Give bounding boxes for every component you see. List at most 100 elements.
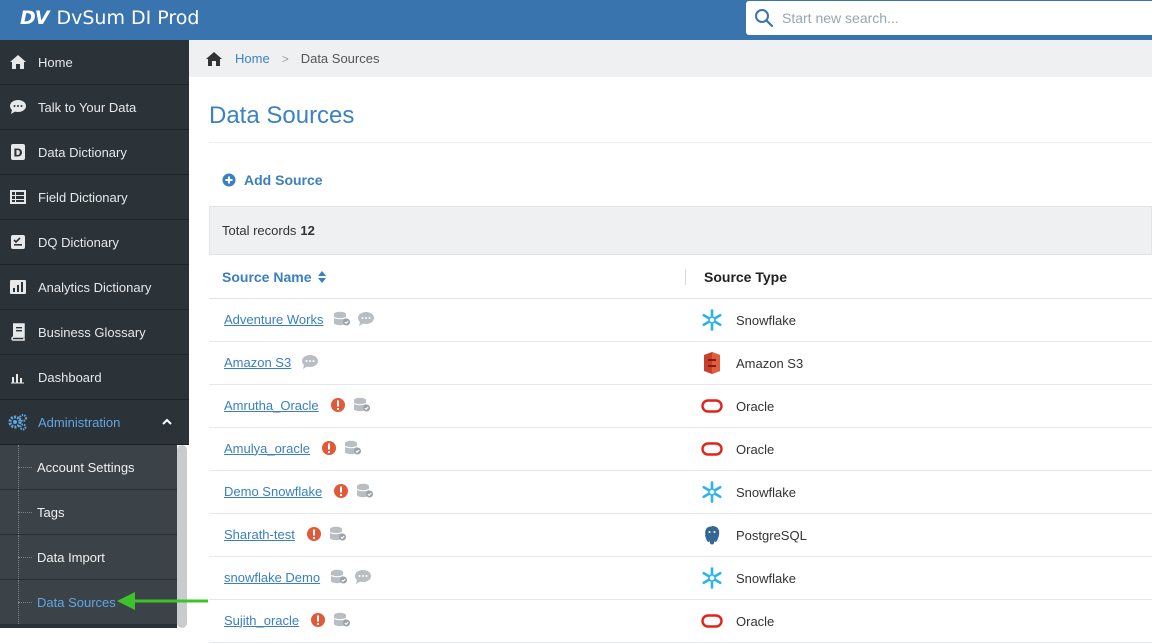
oracle-icon <box>700 609 724 633</box>
sidebar-item-administration[interactable]: Administration <box>0 400 189 445</box>
source-type-cell: Snowflake <box>700 566 796 590</box>
sidebar-item-business-glossary[interactable]: Business Glossary <box>0 310 189 355</box>
sidebar-item-label: Business Glossary <box>38 324 146 340</box>
field-icon <box>8 187 28 207</box>
sidebar-item-label: Talk to Your Data <box>38 99 137 115</box>
table-row: Amrutha_Oracle Oracle <box>209 385 1152 428</box>
oracle-icon <box>700 437 724 461</box>
sort-icon[interactable] <box>317 270 327 284</box>
comment-icon[interactable] <box>354 569 372 585</box>
snowflake-icon <box>700 566 724 590</box>
source-type-cell: Oracle <box>700 437 774 461</box>
dictionary-icon: D <box>8 142 28 162</box>
database-check-icon[interactable] <box>333 612 351 628</box>
database-check-icon[interactable] <box>344 440 362 456</box>
database-check-icon[interactable] <box>333 311 351 327</box>
sidebar-item-data-dictionary[interactable]: D Data Dictionary <box>0 130 189 175</box>
source-type-cell: PostgreSQL <box>700 523 807 547</box>
sidebar-subitem-label: Data Import <box>37 549 105 565</box>
top-bar: DV DvSum DI Prod <box>0 0 1152 40</box>
source-name-cell: Sujith_oracle <box>224 612 357 628</box>
database-check-icon[interactable] <box>329 526 347 542</box>
database-check-icon[interactable] <box>356 483 374 499</box>
source-name-cell: Adventure Works <box>224 311 381 327</box>
records-label: Total records <box>222 223 297 238</box>
source-type-cell: Oracle <box>700 394 774 418</box>
source-name-cell: Amrutha_Oracle <box>224 397 377 413</box>
source-type-label: Oracle <box>736 441 775 457</box>
source-link[interactable]: Adventure Works <box>224 312 323 327</box>
source-type-label: Snowflake <box>736 570 796 586</box>
table-row: Adventure Works Snowflake <box>209 299 1152 342</box>
source-link[interactable]: Amrutha_Oracle <box>224 398 319 413</box>
bar-chart-icon <box>8 367 28 387</box>
sidebar-item-analytics-dictionary[interactable]: Analytics Dictionary <box>0 265 189 310</box>
column-divider <box>685 269 686 285</box>
alert-icon[interactable] <box>305 526 323 542</box>
breadcrumb-home-link[interactable]: Home <box>235 51 270 66</box>
comment-icon[interactable] <box>301 354 319 370</box>
alert-icon[interactable] <box>332 483 350 499</box>
app-title: DvSum DI Prod <box>56 7 200 29</box>
source-name-cell: Amulya_oracle <box>224 440 368 456</box>
source-type-label: Snowflake <box>736 312 796 328</box>
alert-icon[interactable] <box>320 440 338 456</box>
table-row: Demo Snowflake Snowflake <box>209 471 1152 514</box>
source-type-label: Oracle <box>736 613 775 629</box>
add-source-button[interactable]: Add Source <box>222 172 323 188</box>
brand-logo: DV <box>20 7 50 29</box>
table-row: Amulya_oracle Oracle <box>209 428 1152 471</box>
source-link[interactable]: Amazon S3 <box>224 355 291 370</box>
column-header-source-name[interactable]: Source Name <box>222 269 327 285</box>
column-header-source-type[interactable]: Source Type <box>704 269 787 285</box>
search-box[interactable] <box>746 1 1152 35</box>
title-divider <box>209 142 1152 143</box>
sidebar-subitem-label: Data Sources <box>37 594 116 610</box>
sidebar-item-dq-dictionary[interactable]: DQ Dictionary <box>0 220 189 265</box>
source-name-cell: snowflake Demo <box>224 569 378 585</box>
alert-icon[interactable] <box>329 397 347 413</box>
source-type-label: Amazon S3 <box>736 355 804 371</box>
source-type-cell: Amazon S3 <box>700 351 803 375</box>
brand[interactable]: DV DvSum DI Prod <box>20 5 200 31</box>
source-name-cell: Amazon S3 <box>224 354 325 370</box>
data-sources-table: Source Name Source Type Adventure Works … <box>209 255 1152 643</box>
breadcrumb: Home > Data Sources <box>189 40 1152 77</box>
source-link[interactable]: Sujith_oracle <box>224 613 299 628</box>
plus-circle-icon <box>222 173 236 187</box>
source-link[interactable]: Amulya_oracle <box>224 441 310 456</box>
breadcrumb-separator: > <box>281 51 289 66</box>
sidebar-subitem-data-import[interactable]: Data Import <box>0 535 177 580</box>
annotation-arrow <box>117 592 208 610</box>
postgresql-icon <box>700 523 724 547</box>
sidebar-item-label: Analytics Dictionary <box>38 279 152 295</box>
sidebar-subitem-tags[interactable]: Tags <box>0 490 177 535</box>
table-row: Sharath-test PostgreSQL <box>209 514 1152 557</box>
sidebar-item-dashboard[interactable]: Dashboard <box>0 355 189 400</box>
sidebar-subitem-account-settings[interactable]: Account Settings <box>0 445 177 490</box>
sidebar-item-label: Administration <box>38 414 121 430</box>
home-icon <box>8 52 28 72</box>
source-link[interactable]: snowflake Demo <box>224 570 320 585</box>
sidebar-item-talk-to-your-data[interactable]: Talk to Your Data <box>0 85 189 130</box>
analytics-icon <box>8 277 28 297</box>
database-check-icon[interactable] <box>330 569 348 585</box>
alert-icon[interactable] <box>309 612 327 628</box>
comment-icon[interactable] <box>357 311 375 327</box>
home-icon[interactable] <box>205 51 223 67</box>
sidebar-item-home[interactable]: Home <box>0 40 189 85</box>
source-link[interactable]: Demo Snowflake <box>224 484 322 499</box>
svg-text:D: D <box>13 147 22 160</box>
source-type-cell: Snowflake <box>700 308 796 332</box>
gears-icon <box>8 412 28 432</box>
table-row: snowflake Demo Snowflake <box>209 557 1152 600</box>
sidebar-item-field-dictionary[interactable]: Field Dictionary <box>0 175 189 220</box>
database-check-icon[interactable] <box>353 397 371 413</box>
source-type-label: Snowflake <box>736 484 796 500</box>
table-row: Sujith_oracle Oracle <box>209 600 1152 643</box>
source-link[interactable]: Sharath-test <box>224 527 295 542</box>
chevron-up-icon[interactable] <box>161 416 173 428</box>
snowflake-icon <box>700 308 724 332</box>
search-input[interactable] <box>782 3 1142 33</box>
breadcrumb-current: Data Sources <box>300 51 380 66</box>
